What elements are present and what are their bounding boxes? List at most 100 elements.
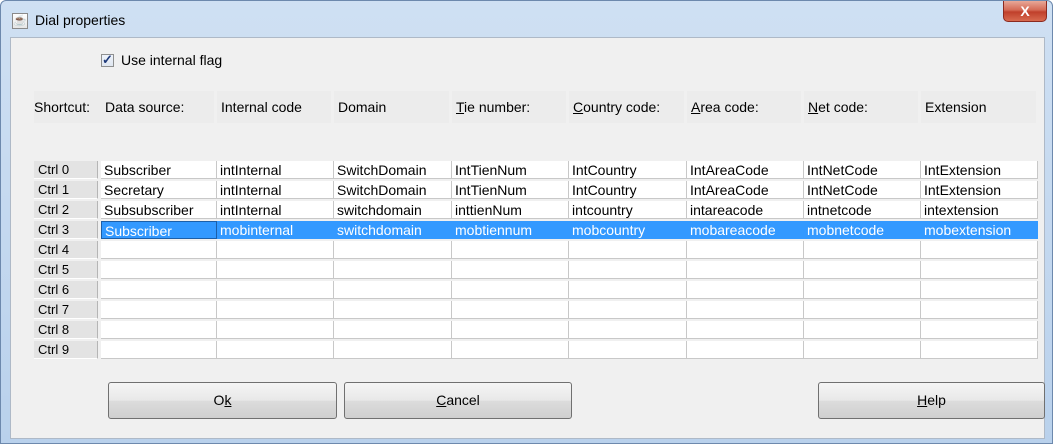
cell-area-code[interactable]: intareacode: [687, 201, 804, 219]
cell-domain[interactable]: [334, 261, 452, 279]
cell-data-source[interactable]: [101, 321, 217, 339]
cell-net-code[interactable]: [804, 321, 921, 339]
cell-extension[interactable]: [921, 281, 1038, 299]
cell-tie-number[interactable]: [452, 261, 569, 279]
table-row[interactable]: Ctrl 3 Subscriber mobinternal switchdomain m…: [21, 221, 1038, 239]
cell-country-code[interactable]: [569, 241, 687, 259]
table-row[interactable]: Ctrl 4: [21, 241, 1038, 259]
cell-extension[interactable]: [921, 261, 1038, 279]
cell-data-source[interactable]: Subscriber: [101, 221, 217, 239]
cell-data-source[interactable]: Secretary: [101, 181, 217, 199]
cancel-button[interactable]: Cancel: [344, 382, 572, 419]
cell-tie-number[interactable]: [452, 241, 569, 259]
cell-area-code[interactable]: mobareacode: [687, 221, 804, 239]
cell-tie-number[interactable]: [452, 301, 569, 319]
title-bar[interactable]: ☕ Dial properties X: [1, 1, 1052, 37]
cell-domain[interactable]: switchdomain: [334, 201, 452, 219]
cell-net-code[interactable]: [804, 281, 921, 299]
close-button[interactable]: X: [1003, 1, 1047, 22]
cell-internal-code[interactable]: [217, 281, 334, 299]
cell-country-code[interactable]: intcountry: [569, 201, 687, 219]
cell-extension[interactable]: intextension: [921, 201, 1038, 219]
cell-internal-code[interactable]: [217, 321, 334, 339]
cell-internal-code[interactable]: [217, 301, 334, 319]
table-row[interactable]: Ctrl 5: [21, 261, 1038, 279]
cell-area-code[interactable]: [687, 281, 804, 299]
cell-area-code[interactable]: [687, 321, 804, 339]
cell-country-code[interactable]: IntCountry: [569, 161, 687, 179]
cell-data-source[interactable]: [101, 241, 217, 259]
use-internal-flag-checkbox[interactable]: [101, 52, 114, 68]
cell-extension[interactable]: [921, 341, 1038, 359]
cell-domain[interactable]: [334, 281, 452, 299]
cell-net-code[interactable]: intnetcode: [804, 201, 921, 219]
ok-button[interactable]: Ok: [108, 382, 337, 419]
cell-area-code[interactable]: [687, 261, 804, 279]
cell-internal-code[interactable]: [217, 341, 334, 359]
cell-domain[interactable]: [334, 301, 452, 319]
table-row[interactable]: Ctrl 8: [21, 321, 1038, 339]
column-header-shortcut[interactable]: Shortcut:: [34, 91, 102, 123]
cell-data-source[interactable]: [101, 281, 217, 299]
column-header-extension[interactable]: Extension: [921, 91, 1036, 123]
cell-area-code[interactable]: IntAreaCode: [687, 181, 804, 199]
cell-tie-number[interactable]: [452, 341, 569, 359]
cell-tie-number[interactable]: [452, 281, 569, 299]
cell-domain[interactable]: switchdomain: [334, 221, 452, 239]
use-internal-flag-row[interactable]: Use internal flag: [101, 50, 222, 70]
cell-tie-number[interactable]: mobtiennum: [452, 221, 569, 239]
help-button[interactable]: Help: [818, 382, 1045, 419]
cell-area-code[interactable]: IntAreaCode: [687, 161, 804, 179]
cell-tie-number[interactable]: IntTienNum: [452, 181, 569, 199]
cell-tie-number[interactable]: IntTienNum: [452, 161, 569, 179]
column-header-domain[interactable]: Domain: [334, 91, 449, 123]
column-header-data-source[interactable]: Data source:: [101, 91, 214, 123]
cell-domain[interactable]: [334, 341, 452, 359]
cell-domain[interactable]: SwitchDomain: [334, 181, 452, 199]
column-header-area-code[interactable]: Area code:: [687, 91, 801, 123]
table-row[interactable]: Ctrl 2 Subsubscriber intInternal switchdoma…: [21, 201, 1038, 219]
cell-net-code[interactable]: mobnetcode: [804, 221, 921, 239]
table-row[interactable]: Ctrl 7: [21, 301, 1038, 319]
cell-internal-code[interactable]: mobinternal: [217, 221, 334, 239]
cell-internal-code[interactable]: intInternal: [217, 201, 334, 219]
cell-country-code[interactable]: IntCountry: [569, 181, 687, 199]
cell-tie-number[interactable]: [452, 321, 569, 339]
cell-net-code[interactable]: [804, 301, 921, 319]
cell-extension[interactable]: [921, 241, 1038, 259]
cell-internal-code[interactable]: intInternal: [217, 181, 334, 199]
cell-country-code[interactable]: [569, 301, 687, 319]
cell-country-code[interactable]: [569, 281, 687, 299]
cell-country-code[interactable]: [569, 341, 687, 359]
cell-data-source[interactable]: Subscriber: [101, 161, 217, 179]
table-row[interactable]: Ctrl 1 Secretary intInternal SwitchDomain In…: [21, 181, 1038, 199]
cell-tie-number[interactable]: inttienNum: [452, 201, 569, 219]
table-row[interactable]: Ctrl 9: [21, 341, 1038, 359]
cell-extension[interactable]: [921, 301, 1038, 319]
table-row[interactable]: Ctrl 0 Subscriber intInternal SwitchDomain I…: [21, 161, 1038, 179]
cell-extension[interactable]: IntExtension: [921, 181, 1038, 199]
column-header-internal-code[interactable]: Internal code: [217, 91, 331, 123]
cell-extension[interactable]: mobextension: [921, 221, 1038, 239]
cell-domain[interactable]: [334, 241, 452, 259]
cell-area-code[interactable]: [687, 241, 804, 259]
cell-data-source[interactable]: [101, 261, 217, 279]
cell-country-code[interactable]: [569, 321, 687, 339]
cell-net-code[interactable]: [804, 241, 921, 259]
cell-area-code[interactable]: [687, 301, 804, 319]
cell-net-code[interactable]: [804, 341, 921, 359]
cell-country-code[interactable]: mobcountry: [569, 221, 687, 239]
cell-data-source[interactable]: [101, 301, 217, 319]
cell-internal-code[interactable]: [217, 241, 334, 259]
cell-extension[interactable]: [921, 321, 1038, 339]
cell-domain[interactable]: [334, 321, 452, 339]
cell-extension[interactable]: IntExtension: [921, 161, 1038, 179]
cell-net-code[interactable]: IntNetCode: [804, 181, 921, 199]
column-header-country-code[interactable]: Country code:: [569, 91, 684, 123]
cell-data-source[interactable]: [101, 341, 217, 359]
cell-domain[interactable]: SwitchDomain: [334, 161, 452, 179]
cell-area-code[interactable]: [687, 341, 804, 359]
column-header-net-code[interactable]: Net code:: [804, 91, 918, 123]
table-row[interactable]: Ctrl 6: [21, 281, 1038, 299]
cell-data-source[interactable]: Subsubscriber: [101, 201, 217, 219]
